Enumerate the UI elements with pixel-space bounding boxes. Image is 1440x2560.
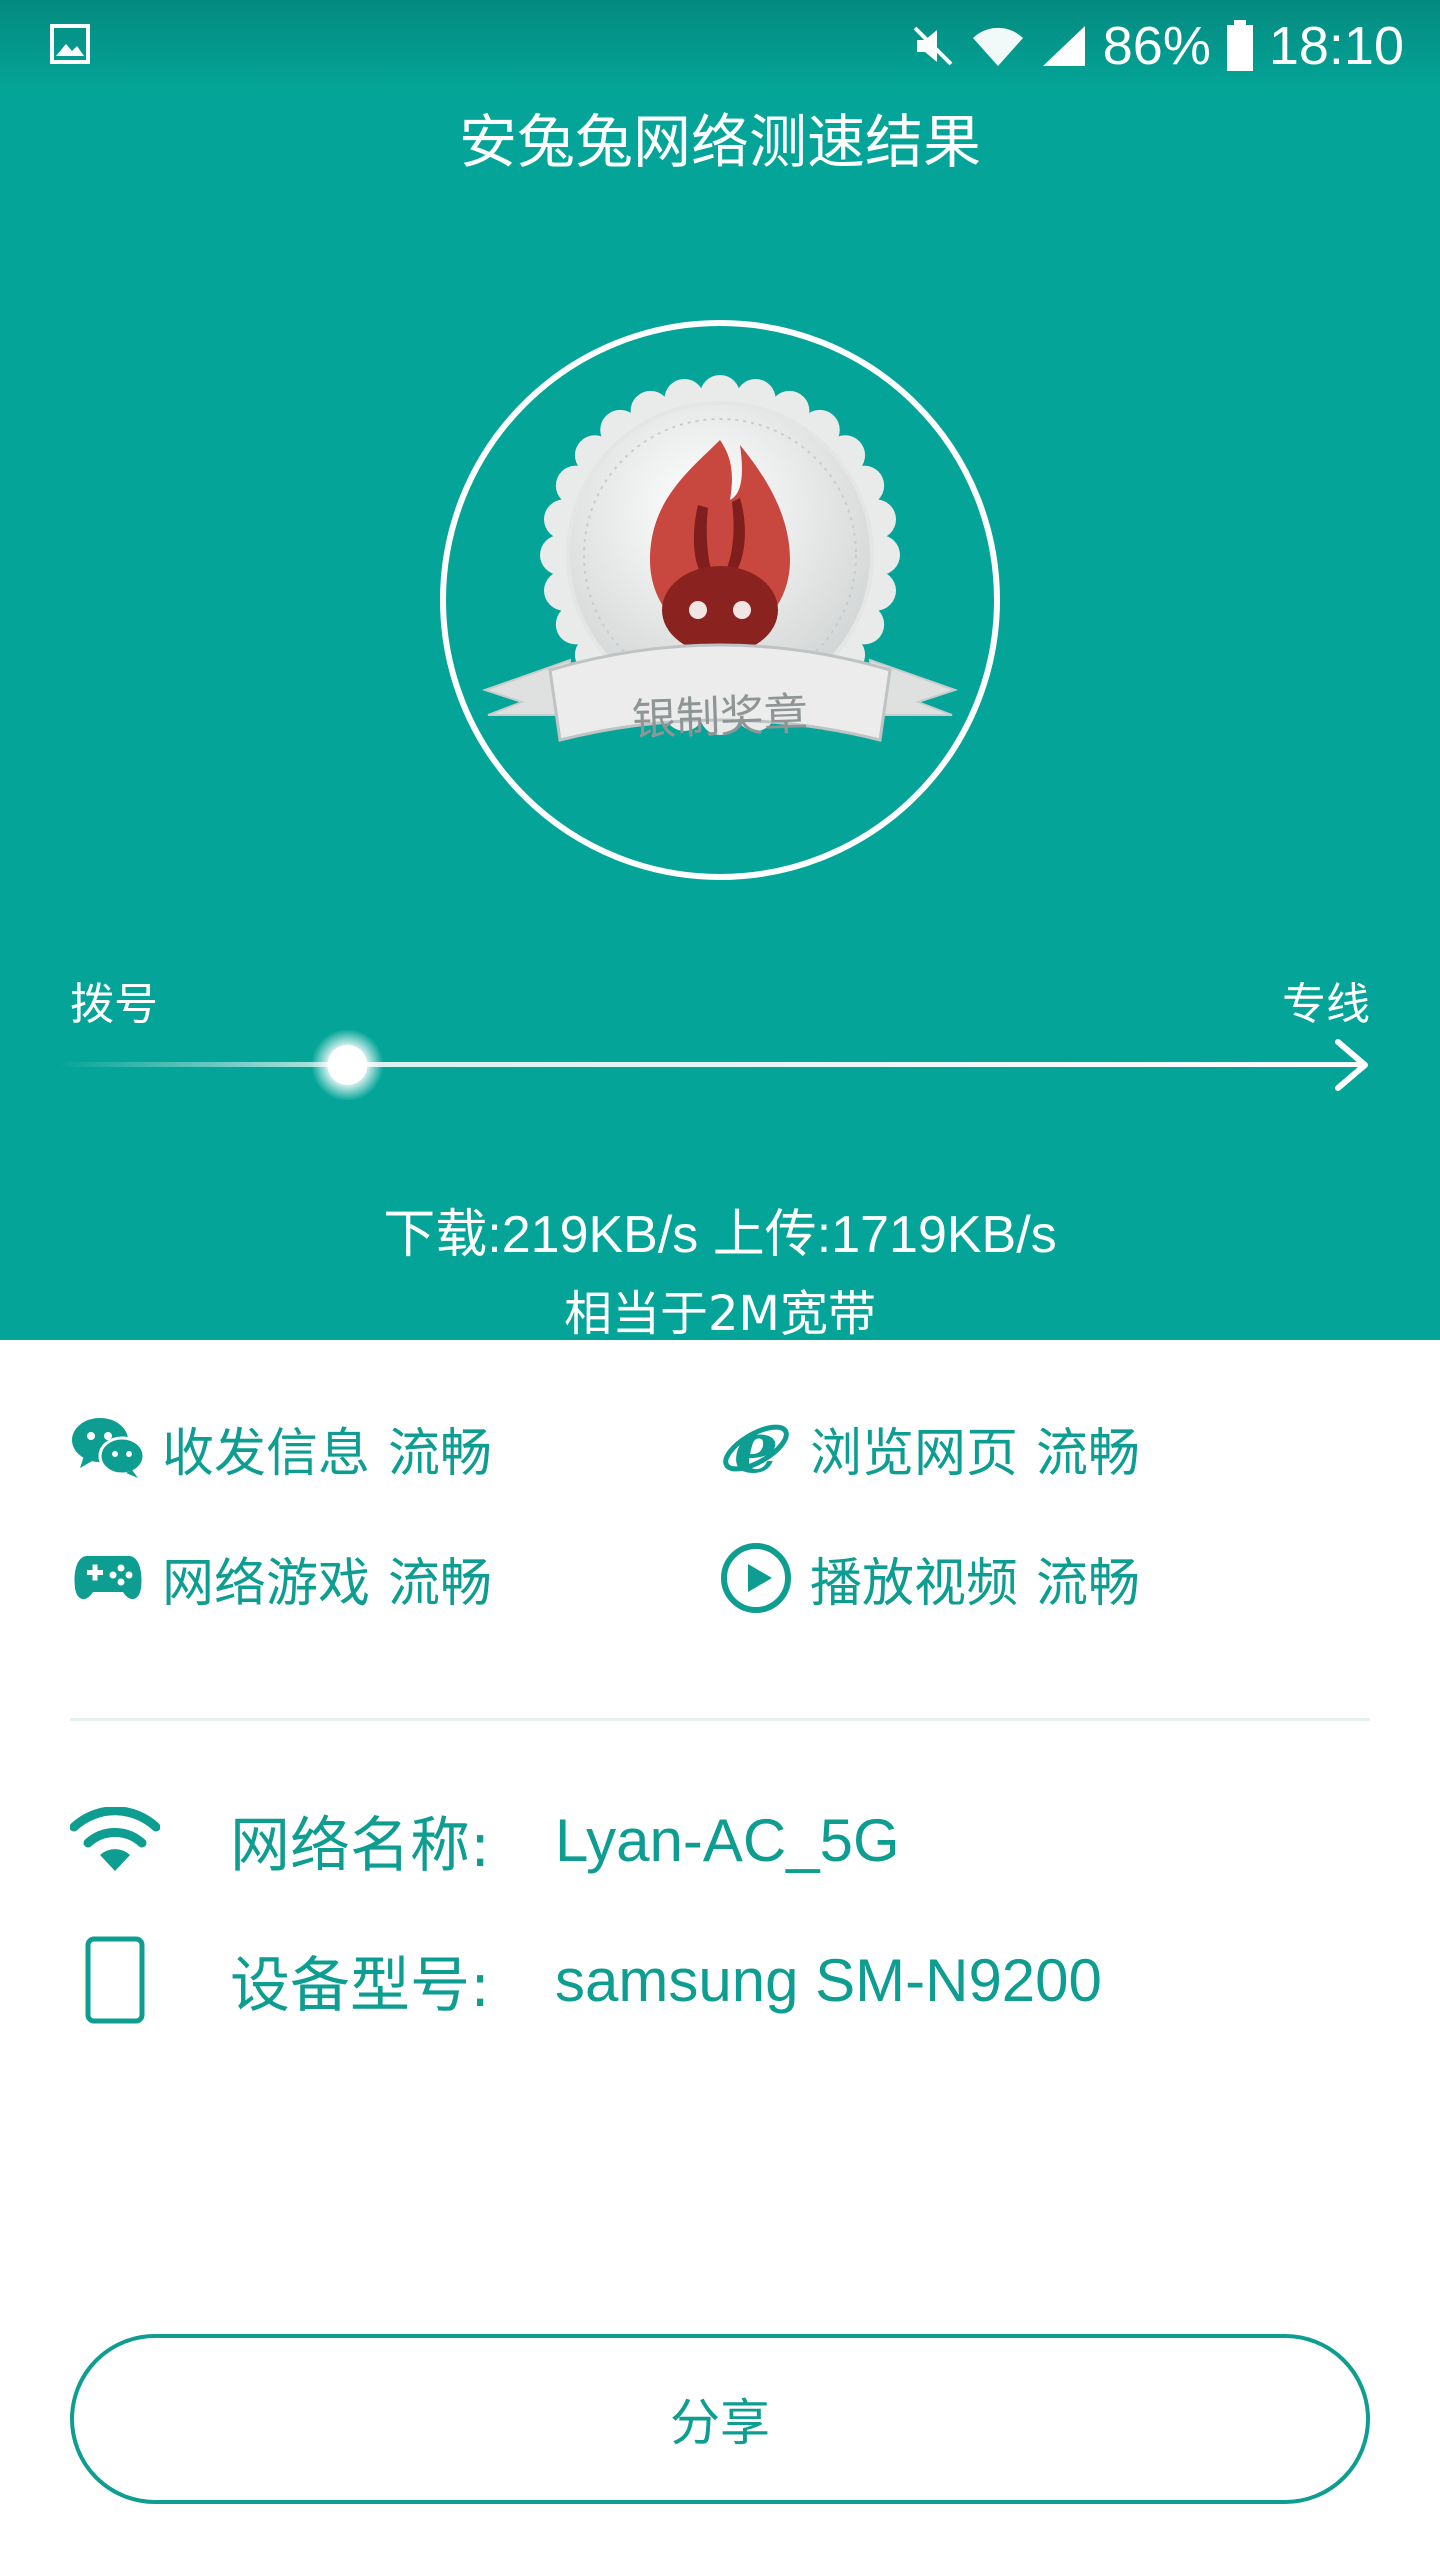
wifi-icon: [70, 1795, 160, 1885]
svg-text:e: e: [734, 1412, 779, 1484]
gallery-icon: [50, 24, 90, 64]
feature-label: 收发信息: [162, 1423, 371, 1484]
feature-gaming: 网络游戏 流畅: [70, 1540, 492, 1616]
gamepad-icon: [70, 1540, 146, 1616]
bandwidth-equivalent: 相当于2M宽带: [564, 1286, 876, 1342]
slider-track: [60, 1062, 1362, 1067]
feature-status: 流畅: [1036, 1423, 1141, 1484]
network-name-label: 网络名称:: [230, 1810, 491, 1881]
feature-label: 播放视频: [810, 1553, 1019, 1614]
signal-icon: [1042, 26, 1085, 66]
silver-medal-badge: 银制奖章: [481, 375, 959, 746]
speed-result: 下载:219KB/s 上传:1719KB/s: [383, 1206, 1057, 1264]
device-model-label: 设备型号:: [230, 1950, 491, 2021]
share-button[interactable]: 分享: [70, 2334, 1370, 2504]
feature-status: 流畅: [388, 1553, 493, 1614]
mute-icon: [913, 26, 953, 66]
result-header-panel: 86% 18:10 安兔兔网络测速结果 银制奖章 拨号 专线 下载:219KB/…: [0, 0, 1440, 1342]
slider-max-label: 专线: [1282, 979, 1370, 1030]
feature-status: 流畅: [388, 1423, 493, 1484]
section-divider: [70, 1718, 1370, 1721]
device-model-value: samsung SM-N9200: [555, 1946, 1102, 2014]
feature-browsing: e 浏览网页 流畅: [718, 1410, 1140, 1486]
clock: 18:10: [1268, 16, 1404, 76]
device-model-row: 设备型号: samsung SM-N9200: [70, 1935, 1102, 2025]
medal-ribbon-text: 银制奖章: [631, 689, 809, 746]
speed-scale-slider: [60, 1030, 1368, 1100]
feature-label: 网络游戏: [162, 1553, 371, 1614]
phone-icon: [70, 1935, 160, 2025]
ie-browser-icon: e: [718, 1410, 794, 1486]
status-bar: 86% 18:10: [0, 0, 1440, 92]
battery-percent: 86%: [1102, 16, 1211, 76]
feature-messaging: 收发信息 流畅: [70, 1410, 492, 1486]
battery-icon: [1226, 20, 1253, 71]
slider-knob: [327, 1045, 368, 1085]
page-title: 安兔兔网络测速结果: [458, 108, 981, 176]
play-circle-icon: [718, 1540, 794, 1616]
feature-status: 流畅: [1036, 1553, 1141, 1614]
network-name-value: Lyan-AC_5G: [555, 1806, 900, 1874]
feature-label: 浏览网页: [810, 1423, 1019, 1484]
wifi-icon: [972, 27, 1023, 66]
feature-video: 播放视频 流畅: [718, 1540, 1140, 1616]
slider-min-label: 拨号: [70, 979, 158, 1030]
network-name-row: 网络名称: Lyan-AC_5G: [70, 1795, 900, 1885]
wechat-icon: [70, 1410, 146, 1486]
